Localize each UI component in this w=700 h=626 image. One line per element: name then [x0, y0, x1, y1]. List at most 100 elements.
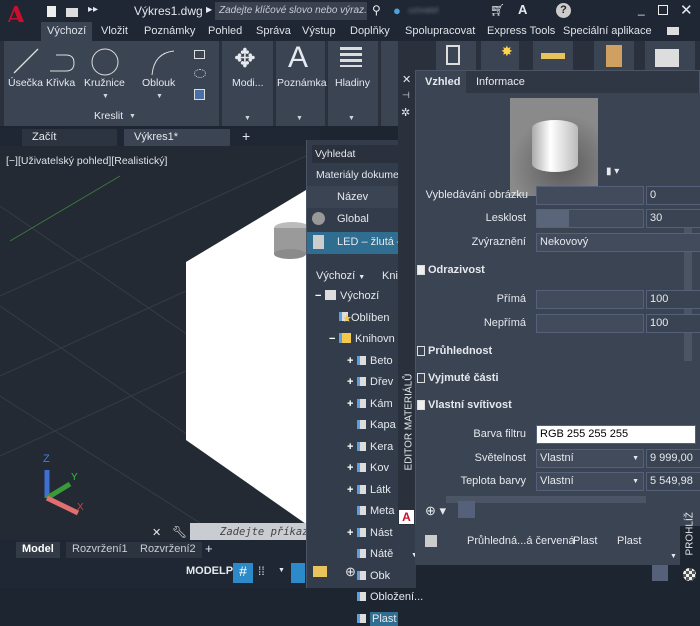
add-layout-button[interactable]: + [205, 541, 213, 556]
scroll-down-arrow[interactable]: ▼ [670, 553, 677, 560]
properties-icon[interactable] [446, 45, 460, 65]
material-browser-toggle-icon[interactable] [458, 501, 475, 518]
glossiness-slider[interactable] [536, 209, 644, 228]
luminance-dropdown[interactable]: Vlastní ▼ [536, 449, 644, 468]
expand-toggle[interactable]: − [329, 333, 339, 345]
modify-button[interactable]: Modi... [232, 77, 264, 89]
tab-specialni-aplikace[interactable]: Speciální aplikace [563, 25, 652, 37]
tree-item[interactable]: − Knihovn [329, 333, 395, 345]
horizontal-scrollbar[interactable] [446, 496, 646, 503]
chevron-down-icon[interactable]: ▼ [129, 113, 136, 120]
tree-item[interactable]: Nátě [347, 548, 393, 560]
transparency-checkbox[interactable] [417, 346, 425, 356]
expand-toggle[interactable]: + [347, 441, 357, 453]
tab-vychozi[interactable]: Výchozí [41, 22, 93, 41]
section-self-illumination[interactable]: Vlastní svítivost [416, 394, 679, 418]
tab-vlozit[interactable]: Vložit [101, 25, 128, 37]
tree-item[interactable]: + Látk [347, 484, 391, 496]
filter-color-field[interactable]: RGB 255 255 255 [536, 425, 696, 444]
wrench-icon[interactable]: 🔧︎ [172, 525, 187, 539]
help-icon[interactable]: ? [556, 3, 571, 18]
tree-item[interactable]: Plast [347, 611, 399, 626]
layers-icon[interactable] [340, 47, 362, 67]
section-cutouts[interactable]: Vyjmuté části [416, 367, 679, 391]
list-row[interactable]: Průhledná...á červená Plast Plast [415, 533, 680, 553]
image-fade-value[interactable]: 0 [646, 186, 700, 205]
tab-express-tools[interactable]: Express Tools [487, 25, 555, 37]
self-illumination-checkbox[interactable] [417, 400, 425, 410]
color-temperature-value[interactable]: 5 549,98 [646, 472, 700, 491]
autodesk-app-icon[interactable]: A [518, 2, 527, 17]
color-temperature-dropdown[interactable]: Vlastní ▼ [536, 472, 644, 491]
measure-icon[interactable] [541, 53, 565, 59]
polyline-button[interactable]: Křivka [46, 77, 75, 89]
snap-toggle[interactable]: ⁞⁞ [258, 564, 265, 578]
direct-value[interactable]: 100 [646, 290, 700, 309]
annotation-button[interactable]: Poznámka [277, 77, 327, 89]
model-space-button[interactable]: MODELP [186, 565, 233, 577]
circle-button[interactable]: Kružnice [84, 77, 125, 89]
sun-icon[interactable]: ✸ [501, 43, 513, 60]
tree-item[interactable]: Obložení... [347, 591, 423, 603]
minimize-button[interactable]: _ [638, 2, 645, 16]
oblique-slider[interactable] [536, 314, 644, 333]
layout-tab-model[interactable]: Model [16, 542, 60, 558]
editor-tab-information[interactable]: Informace [476, 76, 525, 88]
create-material-icon[interactable]: ⊕ [345, 564, 356, 580]
new-tab-button[interactable]: + [242, 128, 250, 144]
cutouts-checkbox[interactable] [417, 373, 425, 383]
section-reflectivity[interactable]: Odrazivost [416, 259, 679, 283]
browser-view-options-icon[interactable] [652, 565, 668, 581]
chevron-down-icon[interactable]: ▼ [244, 115, 251, 122]
rectangle-icon[interactable] [194, 50, 205, 59]
new-file-icon[interactable] [47, 6, 56, 17]
viewport-label[interactable]: [−][Uživatelský pohled][Realistický] [6, 155, 167, 167]
tree-item[interactable]: + Dřev [347, 376, 393, 388]
editor-tab-appearance[interactable]: Vzhled [416, 71, 466, 93]
layout-tab-rozvrzeni2[interactable]: Rozvržení2 [134, 542, 202, 558]
glossiness-value[interactable]: 30 [646, 209, 700, 228]
tree-item[interactable]: + Nást [347, 527, 393, 539]
drawing-viewport[interactable]: [−][Uživatelský pohled][Realistický] Z Y… [0, 146, 306, 542]
chevron-down-icon[interactable]: ▼ [102, 93, 109, 100]
highlights-dropdown[interactable]: Nekovový [536, 233, 700, 252]
layout-tab-rozvrzeni1[interactable]: Rozvržení1 [66, 542, 134, 558]
cart-icon[interactable]: 🛒︎ [490, 3, 505, 17]
browser-search-input[interactable]: Vyhledat [312, 145, 412, 163]
maximize-button[interactable] [658, 5, 668, 15]
close-icon[interactable]: ✕ [402, 73, 411, 86]
tab-pohled[interactable]: Pohled [208, 25, 242, 37]
tree-item[interactable]: Meta [347, 505, 394, 517]
section-transparency[interactable]: Průhlednost [416, 340, 679, 364]
open-folder-icon[interactable] [66, 8, 78, 17]
tree-item[interactable]: ★Oblíben [329, 311, 390, 325]
ribbon-options-button[interactable] [667, 27, 679, 35]
ortho-toggle[interactable] [291, 563, 305, 583]
preview-shape-dropdown[interactable]: ▮ ▾ [606, 166, 619, 177]
expand-toggle[interactable]: + [347, 484, 357, 496]
user-icon[interactable]: ● [393, 3, 401, 18]
search-icon[interactable]: ⚲ [372, 3, 381, 17]
tab-spolupracovat[interactable]: Spolupracovat [405, 25, 475, 37]
file-tab-start[interactable]: Začít [22, 129, 117, 146]
more-icon[interactable]: ▸▸ [88, 4, 98, 15]
chevron-down-icon[interactable]: ▼ [278, 567, 285, 574]
grid-toggle[interactable]: # [233, 563, 253, 583]
base-view-icon[interactable] [655, 49, 679, 67]
hatch-icon[interactable] [194, 89, 205, 100]
expand-toggle[interactable]: + [347, 376, 357, 388]
chevron-down-icon[interactable]: ▼ [296, 115, 303, 122]
tab-vystup[interactable]: Výstup [302, 25, 336, 37]
tree-item[interactable]: + Kera [347, 441, 393, 453]
direct-slider[interactable] [536, 290, 644, 309]
expand-toggle[interactable]: + [347, 527, 357, 539]
command-close-icon[interactable]: ✕ [152, 526, 161, 539]
ellipse-icon[interactable] [194, 69, 206, 78]
draw-panel-title[interactable]: Kreslit [94, 110, 123, 122]
tree-item[interactable]: + Beto [347, 355, 393, 367]
tree-item[interactable]: + Kov [347, 462, 389, 474]
tab-sprava[interactable]: Správa [256, 25, 291, 37]
close-button[interactable]: ✕ [680, 1, 693, 19]
oblique-value[interactable]: 100 [646, 314, 700, 333]
tree-item[interactable]: − Výchozí [315, 290, 379, 302]
